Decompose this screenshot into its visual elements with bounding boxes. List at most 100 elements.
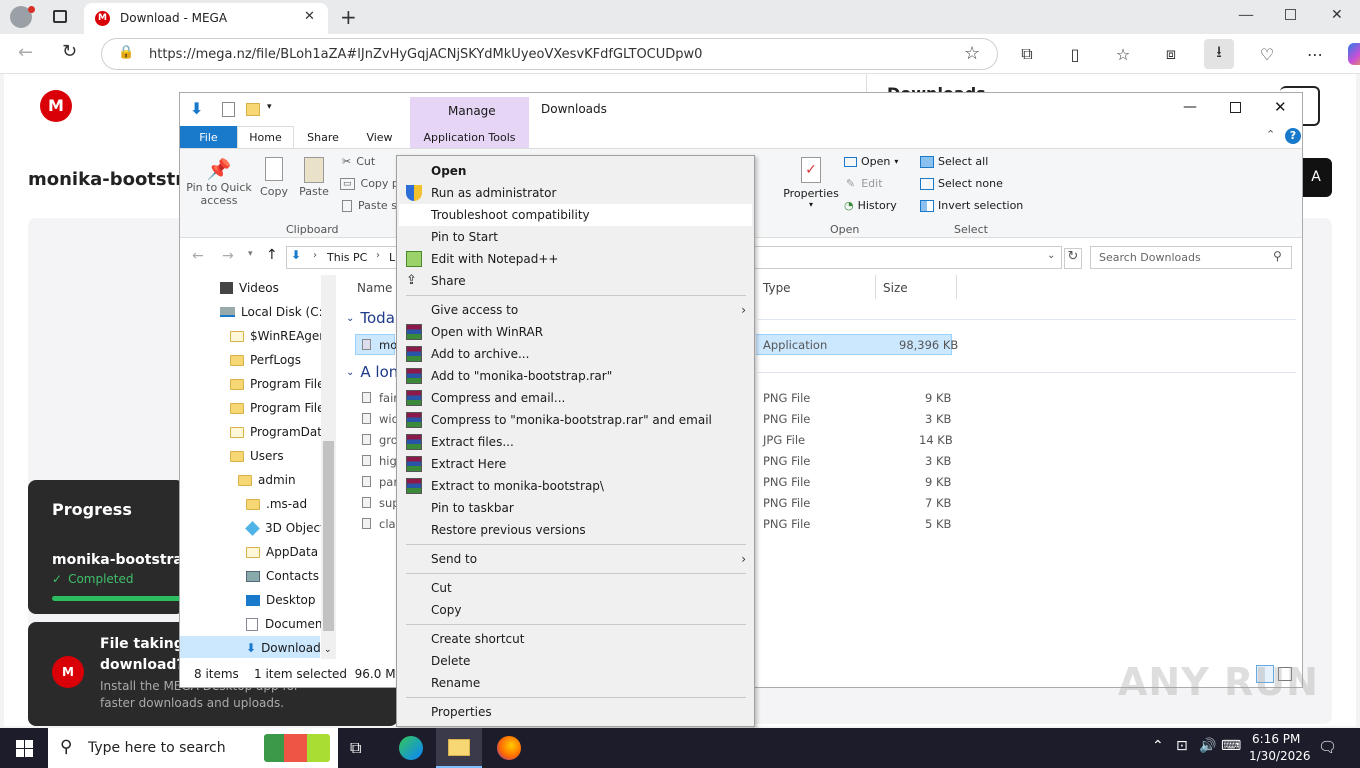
paste-button[interactable]: Paste: [298, 157, 330, 205]
new-tab-icon[interactable]: +: [340, 5, 357, 29]
down-arrow-icon[interactable]: ⬇: [190, 99, 203, 118]
restore-icon[interactable]: [1285, 9, 1296, 20]
menu-item-extract-to[interactable]: Extract to monika-bootstrap\: [399, 475, 752, 497]
address-next-segment[interactable]: L: [389, 251, 395, 264]
collections-icon[interactable]: ⧈: [1156, 39, 1186, 69]
menu-item-copy[interactable]: Copy: [399, 599, 752, 621]
menu-item-notepad[interactable]: Edit with Notepad++: [399, 248, 752, 270]
menu-item-compress-email[interactable]: Compress and email...: [399, 387, 752, 409]
column-divider[interactable]: [875, 275, 876, 299]
properties-button[interactable]: ✓ Properties ▾: [783, 157, 839, 217]
menu-item-properties[interactable]: Properties: [399, 701, 752, 723]
copy-button[interactable]: Copy: [258, 157, 290, 205]
file-row[interactable]: wid: [362, 408, 399, 429]
file-row[interactable]: fair: [362, 387, 398, 408]
menu-item-add-rar[interactable]: Add to "monika-bootstrap.rar": [399, 365, 752, 387]
menu-item-compress-rar-email[interactable]: Compress to "monika-bootstrap.rar" and e…: [399, 409, 752, 431]
cut-button[interactable]: ✂ Cut: [342, 155, 375, 168]
site-info-icon[interactable]: 🔒: [118, 45, 134, 60]
new-folder-qat-icon[interactable]: [246, 103, 260, 116]
tab-file[interactable]: File: [180, 126, 237, 148]
file-row[interactable]: par: [362, 471, 398, 492]
tree-item-ms-ad[interactable]: .ms-ad: [246, 493, 307, 515]
tab-close-icon[interactable]: ✕: [304, 9, 315, 24]
menu-item-open-winrar[interactable]: Open with WinRAR: [399, 321, 752, 343]
reload-icon[interactable]: ↻: [62, 41, 77, 62]
copilot-icon[interactable]: [1348, 43, 1360, 65]
menu-item-extract-files[interactable]: Extract files...: [399, 431, 752, 453]
tree-item-winreagent[interactable]: $WinREAgent: [230, 325, 332, 347]
edge-taskbar-icon[interactable]: [399, 736, 423, 760]
column-header-type[interactable]: Type: [763, 281, 791, 295]
tree-item-users[interactable]: Users: [230, 445, 284, 467]
explorer-search-box[interactable]: Search Downloads ⚲: [1090, 246, 1292, 269]
menu-item-rename[interactable]: Rename: [399, 672, 752, 694]
menu-item-run-as-admin[interactable]: Run as administrator: [399, 182, 752, 204]
tree-item-program-files[interactable]: Program Files: [230, 373, 331, 395]
history-button[interactable]: ◔ History: [844, 199, 897, 212]
file-row[interactable]: hig: [362, 450, 397, 471]
tree-item-3d-objects[interactable]: 3D Objects: [245, 517, 331, 539]
nav-back-icon[interactable]: ←: [192, 248, 204, 264]
tab-share[interactable]: Share: [296, 126, 350, 148]
copy-path-button[interactable]: ▭ Copy p: [340, 177, 399, 190]
browser-essentials-icon[interactable]: ♡: [1252, 39, 1282, 69]
volume-icon[interactable]: 🔊: [1199, 738, 1216, 754]
tree-item-desktop[interactable]: Desktop: [246, 589, 316, 611]
nav-dropdown-icon[interactable]: ▾: [248, 249, 253, 259]
file-row[interactable]: gro: [362, 429, 398, 450]
tree-item-documents[interactable]: Document: [246, 613, 327, 635]
menu-item-send-to[interactable]: Send to ›: [399, 548, 752, 570]
edit-button[interactable]: ✎ Edit: [846, 177, 883, 190]
tree-item-program-files-x86[interactable]: Program Files: [230, 397, 331, 419]
tab-home[interactable]: Home: [237, 126, 294, 148]
language-icon[interactable]: ⌨: [1221, 738, 1241, 754]
tree-item-appdata[interactable]: AppData: [246, 541, 318, 563]
open-button[interactable]: Open ▾: [844, 155, 898, 168]
nav-forward-icon[interactable]: →: [222, 248, 234, 264]
ribbon-collapse-icon[interactable]: ⌃: [1266, 128, 1275, 141]
tab-application-tools[interactable]: Application Tools: [410, 126, 529, 148]
select-all-button[interactable]: Select all: [920, 155, 988, 168]
refresh-icon[interactable]: ↻: [1064, 248, 1082, 269]
explorer-taskbar-item[interactable]: [436, 728, 482, 768]
tab-view[interactable]: View: [352, 126, 407, 148]
tree-scrollbar[interactable]: ⌄: [321, 275, 336, 659]
file-row-selected[interactable]: mo: [362, 334, 397, 355]
downloads-icon[interactable]: ⭳: [1204, 39, 1234, 69]
tray-overflow-icon[interactable]: ⌃: [1152, 738, 1164, 754]
column-header-size[interactable]: Size: [883, 281, 908, 295]
split-screen-icon[interactable]: ▯: [1060, 39, 1090, 69]
file-row[interactable]: sup: [362, 492, 400, 513]
extensions-icon[interactable]: ⧉: [1012, 39, 1042, 69]
favorites-icon[interactable]: ☆: [1108, 39, 1138, 69]
tree-item-downloads[interactable]: ⬇ Download: [246, 637, 321, 659]
invert-selection-button[interactable]: Invert selection: [920, 199, 1023, 212]
firefox-taskbar-icon[interactable]: [497, 736, 521, 760]
menu-item-extract-here[interactable]: Extract Here: [399, 453, 752, 475]
tree-item-admin[interactable]: admin: [238, 469, 296, 491]
start-windows-icon[interactable]: [16, 740, 33, 757]
address-bar[interactable]: 🔒 https://mega.nz/file/BLoh1aZA#lJnZvHyG…: [101, 38, 998, 70]
clock-time[interactable]: 6:16 PM: [1252, 732, 1300, 746]
menu-item-cut[interactable]: Cut: [399, 577, 752, 599]
mega-download-button[interactable]: A: [1300, 158, 1332, 197]
menu-item-delete[interactable]: Delete: [399, 650, 752, 672]
tab-actions-icon[interactable]: [53, 10, 67, 23]
column-divider[interactable]: [956, 275, 957, 299]
tree-item-local-disk[interactable]: Local Disk (C:): [220, 301, 327, 323]
notification-center-icon[interactable]: 🗨: [1318, 738, 1337, 756]
menu-item-pin-taskbar[interactable]: Pin to taskbar: [399, 497, 752, 519]
address-dropdown-icon[interactable]: ⌄: [1047, 250, 1055, 261]
task-view-icon[interactable]: ⧉: [350, 738, 361, 758]
select-none-button[interactable]: Select none: [920, 177, 1003, 190]
explorer-close-icon[interactable]: ✕: [1274, 98, 1287, 116]
favorite-star-icon[interactable]: ☆: [964, 43, 980, 64]
mega-logo-icon[interactable]: M: [40, 90, 72, 122]
qat-dropdown-icon[interactable]: ▾: [267, 102, 272, 112]
group-header-today[interactable]: ⌄ Toda: [346, 309, 395, 327]
taskbar-search-box[interactable]: ⚲ Type here to search: [48, 728, 338, 768]
menu-item-pin-start[interactable]: Pin to Start: [399, 226, 752, 248]
tree-item-programdata[interactable]: ProgramData: [230, 421, 329, 443]
clock-date[interactable]: 1/30/2026: [1249, 749, 1311, 763]
